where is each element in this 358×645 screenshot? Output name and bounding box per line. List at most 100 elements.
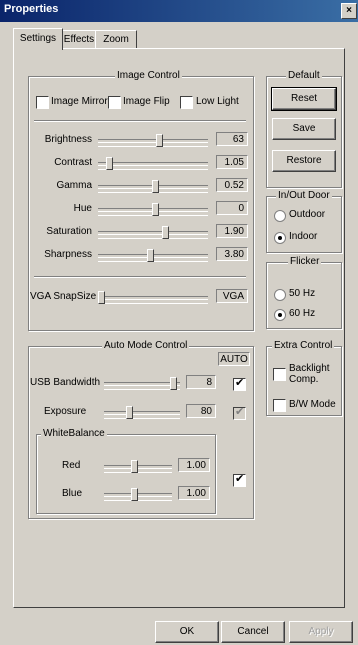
default-title: Default	[286, 70, 322, 82]
slider-thumb[interactable]	[106, 157, 113, 170]
checkmark-icon: ✔	[235, 406, 245, 418]
exposure-value: 80	[186, 404, 216, 418]
apply-button[interactable]: Apply	[289, 621, 353, 643]
contrast-label: Contrast	[54, 157, 92, 168]
exposure-auto-checkbox[interactable]: ✔	[233, 406, 246, 420]
slider-thumb[interactable]	[126, 406, 133, 419]
usb-bandwidth-slider[interactable]	[104, 377, 180, 390]
exposure-label: Exposure	[44, 406, 87, 417]
hue-slider[interactable]	[98, 203, 208, 216]
vga-snapsize-slider[interactable]	[98, 291, 208, 304]
gamma-label: Gamma	[56, 180, 92, 191]
outdoor-radio[interactable]	[274, 210, 286, 222]
slider-thumb[interactable]	[98, 291, 105, 304]
saturation-slider[interactable]	[98, 226, 208, 239]
slider-thumb[interactable]	[152, 180, 159, 193]
image-flip-checkbox[interactable]	[108, 96, 121, 109]
slider-track	[98, 231, 208, 235]
auto-mode-control-title: Auto Mode Control	[102, 340, 190, 352]
outdoor-label: Outdoor	[289, 209, 326, 220]
vga-snapsize-value: VGA	[216, 289, 248, 303]
white-balance-auto-checkbox[interactable]: ✔	[233, 473, 246, 487]
slider-track	[98, 296, 208, 300]
brightness-slider[interactable]	[98, 134, 208, 147]
slider-thumb[interactable]	[131, 488, 138, 501]
image-mirror-label: Image Mirror	[51, 96, 108, 107]
tab-zoom[interactable]: Zoom	[95, 30, 137, 49]
blue-slider[interactable]	[104, 488, 172, 501]
sharpness-label: Sharpness	[44, 249, 92, 260]
slider-thumb[interactable]	[152, 203, 159, 216]
usb-bandwidth-value: 8	[186, 375, 216, 389]
sharpness-slider[interactable]	[98, 249, 208, 262]
60hz-radio[interactable]	[274, 309, 286, 321]
divider	[34, 120, 246, 122]
tab-settings[interactable]: Settings	[13, 28, 63, 50]
ok-button[interactable]: OK	[155, 621, 219, 643]
image-control-title: Image Control	[115, 70, 182, 82]
gamma-slider[interactable]	[98, 180, 208, 193]
cancel-button[interactable]: Cancel	[221, 621, 285, 643]
flicker-title: Flicker	[288, 256, 322, 268]
red-slider[interactable]	[104, 460, 172, 473]
saturation-label: Saturation	[46, 226, 92, 237]
red-value: 1.00	[178, 458, 210, 472]
close-button[interactable]: ×	[341, 3, 357, 19]
restore-button[interactable]: Restore	[272, 150, 336, 172]
slider-thumb[interactable]	[147, 249, 154, 262]
in-out-door-title: In/Out Door	[276, 190, 332, 202]
in-out-door-group	[266, 196, 342, 253]
image-flip-label: Image Flip	[123, 96, 170, 107]
backlight-comp-checkbox[interactable]	[273, 368, 286, 381]
slider-track	[104, 382, 180, 386]
bw-mode-checkbox[interactable]	[273, 399, 286, 412]
divider	[34, 276, 246, 278]
hue-value: 0	[216, 201, 248, 215]
indoor-radio[interactable]	[274, 232, 286, 244]
red-label: Red	[62, 460, 81, 471]
white-balance-title: WhiteBalance	[41, 428, 107, 440]
brightness-label: Brightness	[44, 134, 92, 145]
exposure-slider[interactable]	[104, 406, 180, 419]
radio-selected-dot	[278, 236, 282, 240]
slider-track	[104, 411, 180, 415]
50hz-label: 50 Hz	[289, 288, 316, 299]
gamma-value: 0.52	[216, 178, 248, 192]
slider-thumb[interactable]	[156, 134, 163, 147]
extra-control-title: Extra Control	[272, 340, 335, 352]
blue-value: 1.00	[178, 486, 210, 500]
usb-bandwidth-label: USB Bandwidth	[30, 377, 101, 388]
sharpness-value: 3.80	[216, 247, 248, 261]
hue-label: Hue	[73, 203, 92, 214]
vga-snapsize-label: VGA SnapSize	[30, 291, 97, 302]
reset-button[interactable]: Reset	[271, 87, 337, 111]
checkmark-icon: ✔	[235, 377, 245, 389]
blue-label: Blue	[62, 488, 83, 499]
saturation-value: 1.90	[216, 224, 248, 238]
indoor-label: Indoor	[289, 231, 318, 242]
contrast-slider[interactable]	[98, 157, 208, 170]
auto-header: AUTO	[218, 352, 250, 366]
image-mirror-checkbox[interactable]	[36, 96, 49, 109]
window-title: Properties	[4, 3, 59, 15]
slider-thumb[interactable]	[131, 460, 138, 473]
slider-track	[104, 465, 172, 469]
slider-track	[98, 139, 208, 143]
checkmark-icon: ✔	[235, 473, 245, 485]
close-icon: ×	[346, 5, 352, 16]
contrast-value: 1.05	[216, 155, 248, 169]
save-button[interactable]: Save	[272, 118, 336, 140]
usb-bandwidth-auto-checkbox[interactable]: ✔	[233, 377, 246, 391]
radio-selected-dot	[278, 313, 282, 317]
60hz-label: 60 Hz	[289, 308, 316, 319]
50hz-radio[interactable]	[274, 289, 286, 301]
low-light-checkbox[interactable]	[180, 96, 193, 109]
white-balance-group	[36, 434, 216, 514]
slider-track	[104, 493, 172, 497]
slider-thumb[interactable]	[170, 377, 177, 390]
slider-thumb[interactable]	[162, 226, 169, 239]
low-light-label: Low Light	[196, 96, 239, 107]
brightness-value: 63	[216, 132, 248, 146]
backlight-comp-label: Backlight Comp.	[289, 363, 330, 385]
slider-track	[98, 162, 208, 166]
